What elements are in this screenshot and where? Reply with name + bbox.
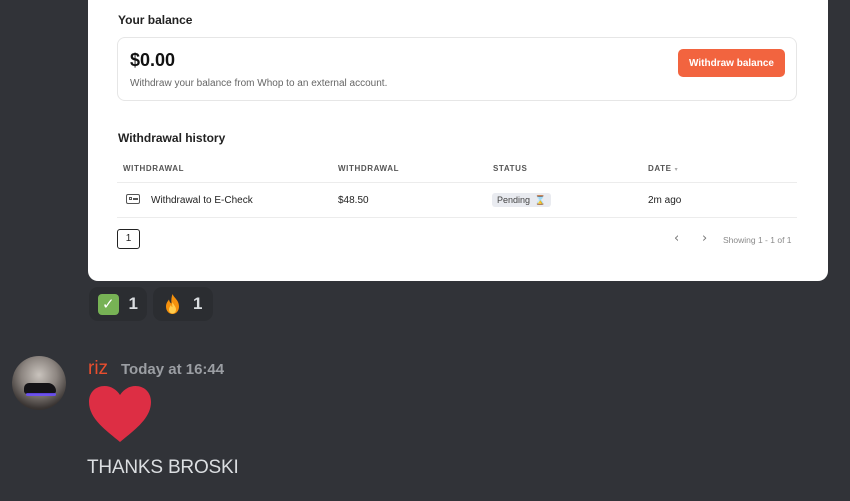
check-icon: [126, 194, 140, 204]
chevron-left-icon[interactable]: ‹: [674, 231, 679, 246]
sort-icon: ▾: [674, 167, 679, 173]
reaction-fire[interactable]: 1: [153, 287, 213, 321]
hourglass-icon: ⌛: [532, 195, 546, 205]
avatar-glow-shape: [26, 393, 56, 396]
username[interactable]: riz: [88, 358, 108, 380]
balance-amount: $0.00: [130, 50, 176, 70]
status-label: Pending: [497, 195, 531, 205]
column-header-withdrawal: WITHDRAWAL: [123, 164, 185, 173]
chevron-right-icon[interactable]: ›: [702, 231, 707, 246]
withdrawal-history-heading: Withdrawal history: [118, 131, 226, 145]
table-row[interactable]: Withdrawal to E-Check $48.50 Pending ⌛ 2…: [117, 183, 797, 218]
withdrawal-amount: $48.50: [338, 195, 369, 206]
avatar[interactable]: [12, 356, 66, 410]
balance-description: Withdraw your balance from Whop to an ex…: [130, 78, 388, 89]
message-text: THANKS BROSKI: [87, 457, 239, 478]
white-check-mark-icon: ✓: [98, 293, 119, 315]
column-header-date-label: DATE: [648, 164, 672, 173]
balance-box: $0.00 Withdraw your balance from Whop to…: [117, 37, 797, 101]
reaction-check[interactable]: ✓ 1: [89, 287, 147, 321]
page-number-button[interactable]: 1: [117, 229, 140, 249]
message-timestamp: Today at 16:44: [121, 361, 225, 378]
heart-icon: [87, 384, 153, 444]
pagination-summary: Showing 1 - 1 of 1: [723, 235, 792, 245]
withdraw-balance-button[interactable]: Withdraw balance: [678, 49, 785, 77]
embedded-screenshot[interactable]: Your balance $0.00 Withdraw your balance…: [88, 0, 828, 281]
withdrawal-date: 2m ago: [648, 195, 682, 206]
column-header-status: STATUS: [493, 164, 528, 173]
reaction-count: 1: [193, 294, 203, 313]
withdrawal-name: Withdrawal to E-Check: [151, 195, 253, 206]
balance-heading: Your balance: [118, 13, 193, 27]
withdrawal-table: WITHDRAWAL WITHDRAWAL STATUS DATE ▾ Withd…: [117, 156, 797, 218]
chat-view: Your balance $0.00 Withdraw your balance…: [0, 0, 850, 501]
status-badge: Pending ⌛: [492, 193, 551, 207]
reaction-count: 1: [128, 294, 138, 313]
column-header-date[interactable]: DATE ▾: [648, 164, 678, 173]
fire-icon: [162, 293, 183, 315]
column-header-amount: WITHDRAWAL: [338, 164, 400, 173]
table-header: WITHDRAWAL WITHDRAWAL STATUS DATE ▾: [117, 156, 797, 183]
